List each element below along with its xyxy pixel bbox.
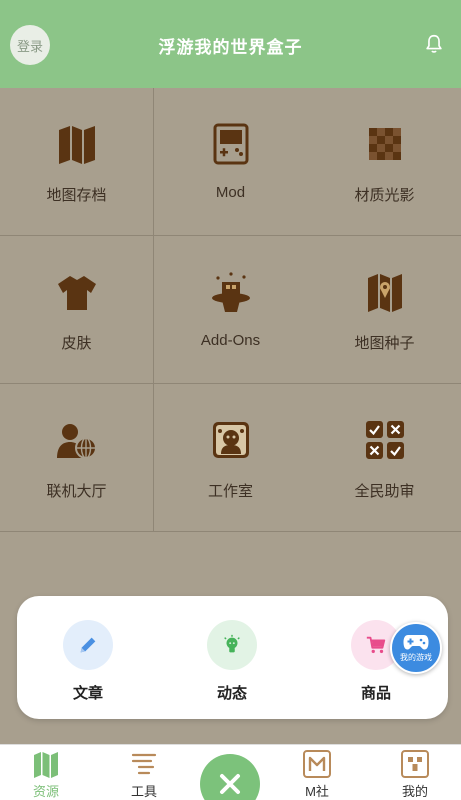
map-icon bbox=[34, 752, 58, 778]
map-seed-icon bbox=[367, 274, 402, 312]
grid-item-label: Mod bbox=[215, 184, 246, 201]
quick-create-card: 文章 动态 商品 bbox=[17, 596, 448, 719]
grid-divider bbox=[0, 531, 461, 532]
grid-item-map-seed[interactable]: 地图种子 bbox=[308, 236, 461, 384]
tab-profile[interactable]: 我的 bbox=[385, 749, 445, 800]
m-community-icon bbox=[303, 750, 331, 778]
profile-icon bbox=[401, 750, 429, 778]
grid-item-map-archive[interactable]: 地图存档 bbox=[0, 88, 153, 236]
moment-button[interactable]: 动态 bbox=[182, 620, 282, 703]
pencil-icon bbox=[63, 620, 113, 670]
grid-item-review[interactable]: 全民助审 bbox=[308, 384, 461, 532]
bell-icon[interactable] bbox=[423, 33, 445, 55]
grid-divider bbox=[153, 88, 154, 531]
fab-label: 我的游戏 bbox=[400, 653, 432, 662]
bulb-icon bbox=[207, 620, 257, 670]
studio-icon bbox=[212, 422, 249, 458]
grid-item-label: Add-Ons bbox=[200, 332, 261, 349]
tab-label: 资源 bbox=[32, 784, 59, 799]
grid-item-texture-shader[interactable]: 材质光影 bbox=[308, 88, 461, 236]
tab-m-community[interactable]: M社 bbox=[287, 749, 347, 800]
card-item-label: 商品 bbox=[360, 685, 391, 702]
grid-item-addons[interactable]: Add-Ons bbox=[154, 236, 307, 384]
grid-item-multiplayer-lobby[interactable]: 联机大厅 bbox=[0, 384, 153, 532]
tab-tools[interactable]: 工具 bbox=[114, 749, 174, 800]
tab-resources[interactable]: 资源 bbox=[16, 749, 76, 800]
close-icon bbox=[220, 774, 240, 794]
grid-item-label: 皮肤 bbox=[61, 335, 92, 352]
shirt-icon bbox=[57, 276, 96, 310]
grid-item-label: 工作室 bbox=[207, 483, 253, 500]
grid-item-label: 地图种子 bbox=[354, 335, 415, 352]
grid-item-mod[interactable]: Mod bbox=[154, 88, 307, 236]
grid-divider bbox=[0, 383, 461, 384]
card-item-label: 动态 bbox=[216, 685, 247, 702]
grid-item-label: 联机大厅 bbox=[46, 483, 107, 500]
review-icon bbox=[365, 421, 404, 459]
tools-icon bbox=[131, 753, 157, 775]
app-header: 登录 浮游我的世界盒子 bbox=[0, 0, 461, 88]
tab-label: 工具 bbox=[130, 784, 157, 799]
page-title: 浮游我的世界盒子 bbox=[158, 38, 303, 57]
grid-item-label: 全民助审 bbox=[354, 483, 415, 500]
article-button[interactable]: 文章 bbox=[38, 620, 138, 703]
map-icon bbox=[58, 126, 95, 164]
grid-item-label: 材质光影 bbox=[354, 187, 415, 204]
card-item-label: 文章 bbox=[72, 685, 103, 702]
grid-divider bbox=[0, 235, 461, 236]
resource-grid: 地图存档 Mod 材质光影 皮肤 Add-Ons 地图种子 联机大厅 工作室 全… bbox=[0, 88, 461, 532]
gamepad-icon bbox=[403, 635, 429, 650]
grid-item-studio[interactable]: 工作室 bbox=[154, 384, 307, 532]
multiplayer-icon bbox=[56, 424, 97, 459]
checker-icon bbox=[368, 128, 401, 160]
tab-label: M社 bbox=[305, 784, 329, 799]
grid-item-label: 地图存档 bbox=[46, 187, 107, 204]
tab-label: 我的 bbox=[401, 784, 428, 799]
my-games-fab[interactable]: 我的游戏 bbox=[390, 622, 442, 674]
magic-hat-icon bbox=[211, 272, 250, 312]
gameboy-icon bbox=[213, 123, 248, 165]
grid-item-skin[interactable]: 皮肤 bbox=[0, 236, 153, 384]
